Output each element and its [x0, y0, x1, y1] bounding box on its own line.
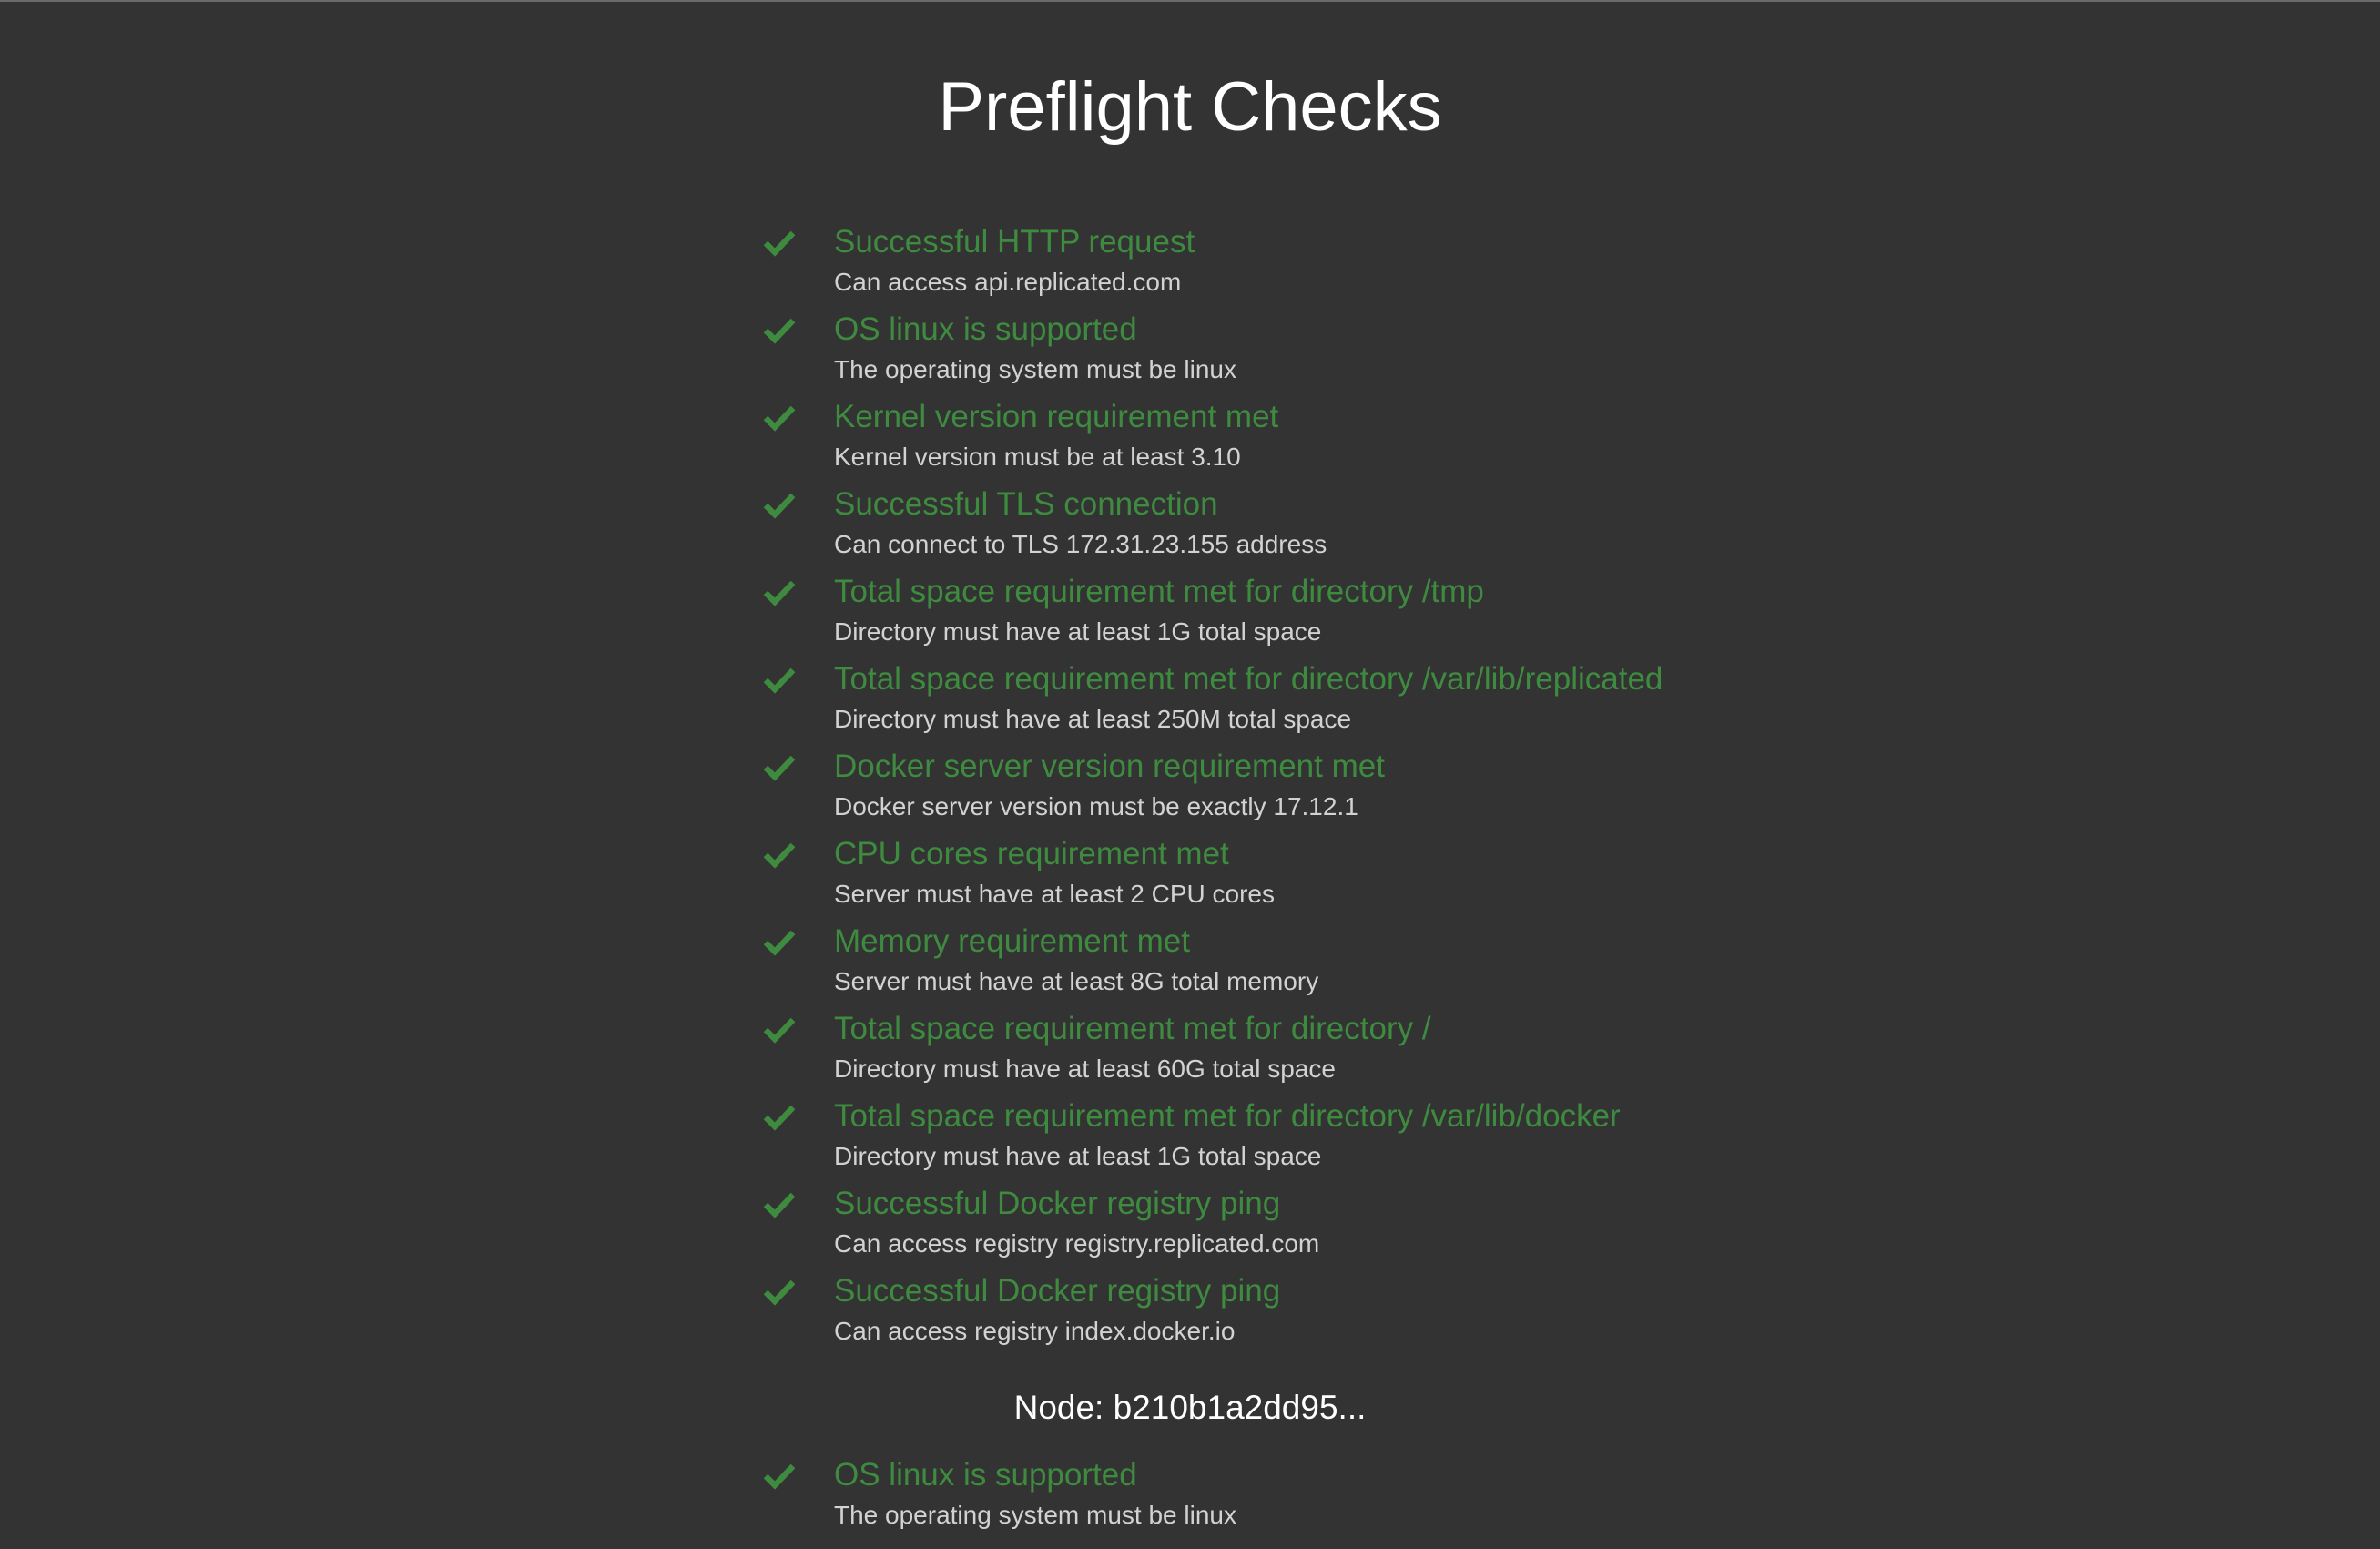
check-title: Total space requirement met for director…: [834, 574, 1484, 609]
check-icon: [763, 1187, 796, 1220]
check-icon: [763, 663, 796, 696]
check-description: Directory must have at least 1G total sp…: [834, 617, 1322, 646]
check-description: Directory must have at least 250M total …: [834, 705, 1352, 733]
check-description: The operating system must be linux: [834, 1501, 1236, 1529]
check-title: Total space requirement met for director…: [834, 661, 1663, 697]
check-list: Successful HTTP request Can access api.r…: [763, 219, 1947, 1355]
check-description: Docker server version must be exactly 17…: [834, 792, 1358, 820]
check-description: Can connect to TLS 172.31.23.155 address: [834, 530, 1327, 558]
check-item: Docker server version requirement met Do…: [763, 743, 1947, 831]
check-item: Successful TLS connection Can connect to…: [763, 481, 1947, 568]
check-icon: [763, 1459, 796, 1492]
check-item: Total space requirement met for director…: [763, 656, 1947, 743]
check-title: Total space requirement met for director…: [834, 1011, 1431, 1046]
node-heading: Node: b210b1a2dd95...: [1013, 1389, 1367, 1426]
check-item: Total space requirement met for director…: [763, 1005, 1947, 1093]
check-item: Total space requirement met for director…: [763, 568, 1947, 656]
check-item: Memory requirement met Server must have …: [763, 918, 1947, 1005]
check-description: Can access registry registry.replicated.…: [834, 1229, 1320, 1258]
check-item: Total space requirement met for director…: [763, 1093, 1947, 1180]
check-title: Memory requirement met: [834, 923, 1190, 959]
check-item: Kernel version requirement met Kernel ve…: [763, 393, 1947, 481]
check-item: OS linux is supported The operating syst…: [763, 1452, 1947, 1539]
check-item: Successful HTTP request Can access api.r…: [763, 219, 1947, 306]
check-title: Successful Docker registry ping: [834, 1273, 1281, 1309]
check-icon: [763, 488, 796, 521]
check-description: The operating system must be linux: [834, 355, 1236, 383]
check-icon: [763, 576, 796, 608]
check-icon: [763, 925, 796, 958]
check-icon: [763, 1100, 796, 1133]
check-item: OS linux is supported The operating syst…: [763, 306, 1947, 393]
check-icon: [763, 401, 796, 433]
check-icon: [763, 1013, 796, 1045]
check-item: CPU cores requirement met Server must ha…: [763, 831, 1947, 918]
check-title: Successful Docker registry ping: [834, 1186, 1281, 1221]
check-title: Successful HTTP request: [834, 224, 1195, 260]
check-title: CPU cores requirement met: [834, 836, 1229, 871]
check-icon: [763, 313, 796, 346]
node-check-list: OS linux is supported The operating syst…: [763, 1452, 1947, 1539]
check-item: Successful Docker registry ping Can acce…: [763, 1268, 1947, 1355]
check-description: Directory must have at least 1G total sp…: [834, 1142, 1322, 1170]
check-icon: [763, 1275, 796, 1308]
check-description: Can access api.replicated.com: [834, 268, 1182, 296]
check-title: Total space requirement met for director…: [834, 1098, 1621, 1134]
page-title: Preflight Checks: [938, 68, 1442, 146]
check-icon: [763, 750, 796, 783]
check-title: Successful TLS connection: [834, 486, 1218, 522]
top-border: [0, 0, 2380, 2]
check-icon: [763, 226, 796, 259]
check-item: Successful Docker registry ping Can acce…: [763, 1180, 1947, 1268]
check-icon: [763, 838, 796, 871]
check-description: Server must have at least 2 CPU cores: [834, 880, 1275, 908]
check-title: Docker server version requirement met: [834, 749, 1385, 784]
check-title: Kernel version requirement met: [834, 399, 1279, 434]
check-title: OS linux is supported: [834, 311, 1137, 347]
check-description: Server must have at least 8G total memor…: [834, 967, 1319, 995]
check-description: Kernel version must be at least 3.10: [834, 443, 1241, 471]
check-description: Directory must have at least 60G total s…: [834, 1055, 1336, 1083]
check-description: Can access registry index.docker.io: [834, 1317, 1236, 1345]
check-title: OS linux is supported: [834, 1457, 1137, 1493]
